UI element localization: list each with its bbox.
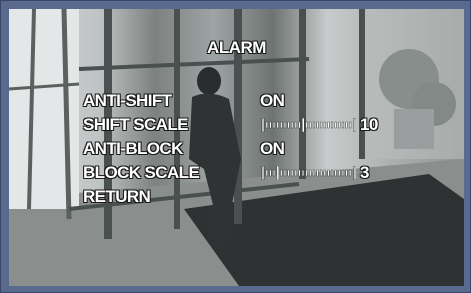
menu-item-value[interactable]: ON: [260, 91, 285, 111]
slider-tick: [291, 121, 294, 129]
slider-tick: [316, 169, 319, 177]
slider-tick: [312, 121, 315, 129]
slider-tick: [316, 121, 319, 129]
slider-tick: [349, 169, 352, 177]
menu-item-label: BLOCK SCALE: [83, 163, 200, 182]
slider-tick: [298, 169, 301, 177]
slider-tick: [302, 169, 305, 177]
slider-tick: [338, 121, 341, 129]
menu-item-label: ANTI-SHIFT: [83, 91, 172, 110]
slider-tick: [294, 121, 297, 129]
slider-tick: [312, 169, 315, 177]
slider-end-cap: [261, 166, 265, 180]
camera-view: ALARM ANTI-SHIFT ON SHIFT SCALE 10 ANTI-…: [9, 9, 464, 286]
slider-tick: [323, 121, 326, 129]
slider-tick: [294, 169, 297, 177]
slider-tick: [305, 169, 308, 177]
slider-value: 3: [360, 163, 369, 182]
slider-end-cap: [353, 118, 356, 132]
slider-tick: [283, 169, 286, 177]
block-scale-slider[interactable]: [261, 166, 356, 180]
slider-tick: [269, 121, 272, 129]
slider-tick: [341, 169, 344, 177]
slider-tick: [276, 121, 279, 129]
slider-tick: [298, 121, 301, 129]
return-label: RETURN: [83, 187, 151, 206]
slider-tick: [323, 169, 326, 177]
slider-tick: [334, 121, 337, 129]
slider-thumb: [302, 118, 305, 132]
slider-tick: [331, 121, 334, 129]
slider-thumb: [276, 166, 280, 180]
shift-scale-slider[interactable]: [261, 118, 356, 132]
slider-tick: [320, 169, 323, 177]
slider-tick: [331, 169, 334, 177]
slider-tick: [345, 121, 348, 129]
slider-tick: [265, 169, 268, 177]
slider-tick: [273, 121, 276, 129]
slider-tick: [341, 121, 344, 129]
slider-tick: [283, 121, 286, 129]
slider-tick: [338, 169, 341, 177]
menu-item-label: SHIFT SCALE: [83, 115, 188, 134]
slider-tick: [320, 121, 323, 129]
slider-value: 10: [360, 115, 378, 134]
slider-tick: [309, 169, 312, 177]
slider-tick: [345, 169, 348, 177]
slider-tick: [349, 121, 352, 129]
slider-tick: [309, 121, 312, 129]
menu-item-value[interactable]: ON: [260, 139, 285, 159]
slider-tick: [327, 121, 330, 129]
monitor-frame: ALARM ANTI-SHIFT ON SHIFT SCALE 10 ANTI-…: [0, 0, 471, 293]
slider-end-cap: [261, 118, 265, 132]
slider-tick: [280, 121, 283, 129]
slider-tick: [269, 169, 272, 177]
slider-tick: [273, 169, 276, 177]
slider-tick: [287, 121, 290, 129]
slider-tick: [287, 169, 290, 177]
slider-tick: [265, 121, 268, 129]
slider-tick: [334, 169, 337, 177]
slider-tick: [305, 121, 308, 129]
menu-item-label: ANTI-BLOCK: [83, 139, 183, 158]
slider-end-cap: [353, 166, 356, 180]
menu-title: ALARM: [207, 38, 266, 57]
slider-tick: [327, 169, 330, 177]
slider-tick: [291, 169, 294, 177]
slider-tick: [280, 169, 283, 177]
